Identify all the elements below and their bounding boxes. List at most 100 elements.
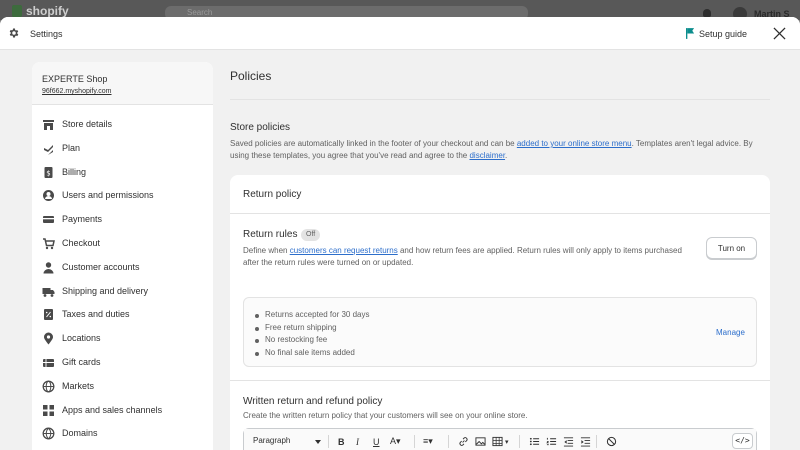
billing-icon: $ [44,166,53,178]
manage-button[interactable]: Manage [716,328,745,337]
clear-format-icon[interactable] [606,435,617,448]
code-view-icon[interactable]: </> [732,433,753,449]
close-icon[interactable] [773,27,786,40]
sidebar-item-label: Store details [62,119,113,129]
align-icon[interactable]: ≡▾ [423,435,433,448]
sidebar-item-markets[interactable]: Markets [32,375,213,397]
return-rules-desc: Define when customers can request return… [243,246,682,267]
toolbar-separator [519,435,520,448]
return-rules-title: Return rules [243,229,298,240]
list-item: No restocking fee [255,334,370,347]
person-icon [43,262,54,274]
shop-name: EXPERTE Shop [42,74,108,84]
payments-icon [43,216,54,224]
text-color-icon[interactable]: A▾ [390,435,401,448]
chevron-down-icon[interactable] [315,440,321,444]
gear-icon [9,28,19,38]
bullet-list-icon[interactable] [529,435,540,448]
flag-icon[interactable] [686,28,695,39]
settings-modal: Settings Setup guide EXPERTE Shop 96f662… [0,17,800,450]
link-icon[interactable] [458,435,469,448]
bell-icon [703,9,711,17]
toolbar-separator [414,435,415,448]
modal-header: Settings Setup guide [0,17,800,50]
plan-icon [44,144,53,155]
request-returns-link[interactable]: customers can request returns [290,246,398,255]
sidebar-item-gift-cards[interactable]: Gift cards [32,351,213,373]
sidebar-item-checkout[interactable]: Checkout [32,232,213,254]
sidebar-item-users-and-permissions[interactable]: Users and permissions [32,184,213,206]
numbered-list-icon[interactable] [546,435,557,448]
sidebar-item-label: Locations [62,333,101,344]
shop-url[interactable]: 96f662.myshopify.com [42,88,213,95]
sidebar-item-label: Gift cards [62,357,101,367]
modal-title: Settings [30,29,63,39]
sidebar-item-label: Plan [62,142,81,153]
policy-editor[interactable]: Paragraph B I U A▾ ≡▾ ▾ </> [243,428,757,450]
setup-guide-link[interactable]: Setup guide [699,29,747,39]
gift-card-icon [43,359,54,367]
return-policy-card: Return policy Return rules Off Define wh… [230,175,770,450]
sidebar-item-label: Customer accounts [62,261,140,272]
return-policy-title: Return policy [230,175,770,214]
toolbar-separator [448,435,449,448]
bold-icon[interactable]: B [338,435,345,448]
list-item: No final sale items added [255,347,370,360]
editor-toolbar: Paragraph B I U A▾ ≡▾ ▾ </> [244,429,756,450]
sidebar-item-billing[interactable]: $ Billing [32,161,213,183]
settings-sidebar: EXPERTE Shop 96f662.myshopify.com Store … [32,62,213,450]
sidebar-item-label: Apps and sales channels [62,404,163,415]
toolbar-separator [596,435,597,448]
divider [230,380,770,381]
indent-icon[interactable] [580,435,591,448]
sidebar-item-label: Shipping and delivery [62,285,149,296]
sidebar-item-payments[interactable]: Payments [32,208,213,230]
disclaimer-link[interactable]: disclaimer [469,151,505,160]
page-title: Policies [230,69,272,83]
sidebar-item-locations[interactable]: Locations [32,327,213,349]
italic-icon[interactable]: I [356,435,359,448]
sidebar-item-taxes-and-duties[interactable]: Taxes and duties [32,303,213,325]
shop-block[interactable]: EXPERTE Shop 96f662.myshopify.com [32,62,213,105]
sidebar-item-store-details[interactable]: Store details [32,113,213,135]
format-select[interactable]: Paragraph [253,436,290,445]
shopify-bag-icon [12,5,22,17]
return-rules-list: Returns accepted for 30 days Free return … [255,309,370,359]
globe-icon [42,380,55,393]
truck-icon [42,287,55,297]
sidebar-item-plan[interactable]: Plan [32,137,213,159]
written-policy-desc: Create the written return policy that yo… [243,411,528,420]
underline-icon[interactable]: U [373,435,380,448]
sidebar-item-shipping-and-delivery[interactable]: Shipping and delivery [32,280,213,302]
sidebar-item-label: Checkout [62,238,101,248]
sidebar-item-label: Users and permissions [62,190,154,201]
tax-icon [44,309,53,321]
sidebar-item-apps-and-sales-channels[interactable]: Apps and sales channels [32,399,213,421]
svg-text:$: $ [46,169,50,177]
turn-on-button[interactable]: Turn on [706,237,757,259]
written-policy-title: Written return and refund policy [243,396,383,407]
sidebar-item-label: Markets [62,380,95,391]
outdent-icon[interactable] [563,435,574,448]
status-badge: Off [301,229,321,241]
location-pin-icon [44,332,53,345]
chevron-down-icon[interactable]: ▾ [505,435,509,448]
toolbar-separator [328,435,329,448]
table-icon[interactable] [492,435,503,448]
store-policies-desc: Saved policies are automatically linked … [230,139,753,160]
online-store-menu-link[interactable]: added to your online store menu [517,139,632,148]
shopify-logo: shopify [12,4,69,18]
sidebar-item-customer-accounts[interactable]: Customer accounts [32,256,213,278]
image-icon[interactable] [475,435,486,448]
return-rules-box: Returns accepted for 30 days Free return … [243,297,757,367]
user-circle-icon [43,190,54,202]
cart-icon [43,238,55,250]
apps-icon [43,404,54,416]
sidebar-item-domains[interactable]: Domains [32,422,213,444]
store-policies-title: Store policies [230,122,291,133]
store-icon [43,120,54,130]
list-item: Free return shipping [255,322,370,335]
list-item: Returns accepted for 30 days [255,309,370,322]
sidebar-item-label: Domains [62,428,98,439]
sidebar-item-label: Billing [62,166,87,177]
